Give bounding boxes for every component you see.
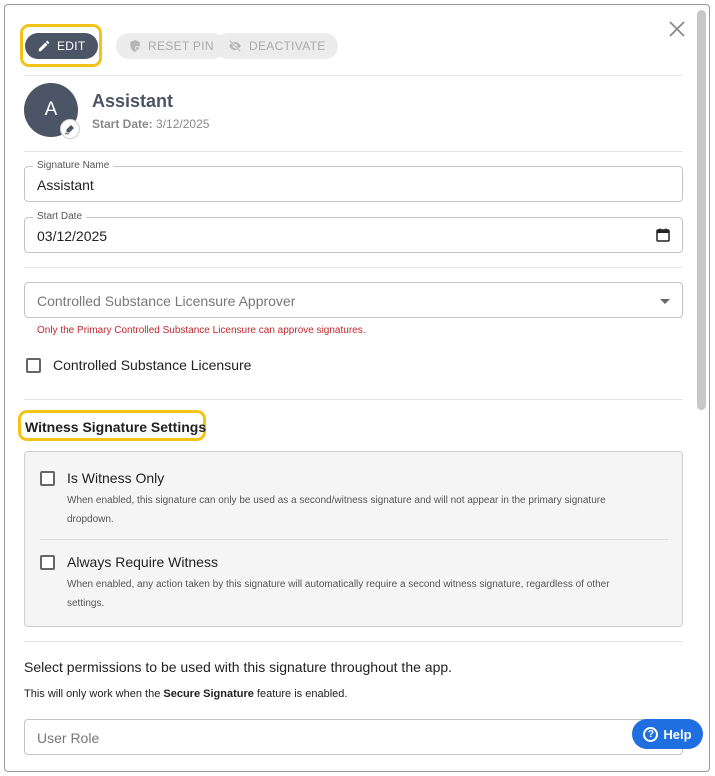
divider [40, 539, 668, 540]
permissions-note: This will only work when the Secure Sign… [24, 688, 347, 700]
permissions-note-bold: Secure Signature [163, 688, 254, 700]
always-require-witness-row: Always Require Witness [40, 554, 218, 570]
permissions-title: Select permissions to be used with this … [24, 659, 453, 675]
witness-only-description: When enabled, this signature can only be… [67, 495, 606, 525]
toolbar: EDIT RESET PIN DEACTIVATE [20, 21, 685, 67]
signature-modal: EDIT RESET PIN DEACTIVATE A Assistant St… [4, 4, 710, 772]
witness-section-title: Witness Signature Settings [25, 419, 207, 435]
edit-label: EDIT [57, 39, 86, 53]
signature-title: Assistant [92, 91, 174, 111]
calendar-icon[interactable] [656, 228, 670, 242]
signature-name-field[interactable]: Signature Name Assistant [24, 160, 683, 202]
witness-only-row: Is Witness Only [40, 470, 164, 486]
help-question-icon: ? [643, 726, 659, 742]
witness-title-highlight: Witness Signature Settings [18, 410, 206, 441]
avatar-initial: A [44, 99, 58, 120]
controlled-substance-label: Controlled Substance Licensure [53, 357, 252, 373]
chevron-down-icon [660, 299, 670, 304]
signature-name-value: Assistant [37, 177, 94, 193]
shield-lock-icon [130, 40, 140, 52]
divider [24, 641, 683, 642]
licensure-approver-select[interactable]: Controlled Substance Licensure Approver [24, 282, 683, 318]
reset-pin-button[interactable]: RESET PIN [116, 33, 226, 59]
avatar-badge [60, 119, 80, 139]
deactivate-label: DEACTIVATE [249, 39, 326, 53]
signature-name-label: Signature Name [33, 160, 114, 171]
start-date-summary-label: Start Date: [92, 117, 153, 131]
licensure-approver-placeholder: Controlled Substance Licensure Approver [37, 293, 296, 309]
user-role-placeholder: User Role [37, 730, 100, 746]
eye-off-icon [228, 39, 242, 53]
avatar: A [24, 83, 80, 139]
start-date-field[interactable]: Start Date 03/12/2025 [24, 211, 683, 253]
deactivate-button[interactable]: DEACTIVATE [215, 33, 338, 59]
start-date-summary-value: 3/12/2025 [156, 117, 210, 131]
permissions-note-after: feature is enabled. [253, 688, 348, 700]
start-date-label: Start Date [33, 211, 87, 222]
pencil-icon [38, 40, 50, 52]
signature-pen-icon [64, 125, 74, 135]
help-button[interactable]: ? Help [632, 719, 703, 749]
licensure-approver-error: Only the Primary Controlled Substance Li… [37, 325, 366, 336]
controlled-substance-row: Controlled Substance Licensure [26, 357, 251, 373]
close-icon[interactable] [668, 20, 686, 38]
scrollbar[interactable] [697, 10, 706, 410]
divider [24, 151, 683, 152]
always-require-witness-label: Always Require Witness [67, 554, 218, 570]
permissions-note-before: This will only work when the [24, 688, 164, 700]
user-role-select[interactable]: User Role [24, 719, 683, 755]
always-require-witness-checkbox[interactable] [40, 554, 55, 570]
edit-button[interactable]: EDIT [25, 33, 98, 59]
controlled-substance-checkbox[interactable] [26, 357, 41, 373]
divider [24, 267, 683, 268]
divider [24, 399, 683, 400]
start-date-value: 03/12/2025 [37, 228, 108, 244]
always-require-witness-description: When enabled, any action taken by this s… [67, 579, 610, 609]
start-date-summary: Start Date: 3/12/2025 [92, 117, 209, 131]
divider [24, 75, 683, 76]
witness-settings-panel: Is Witness Only When enabled, this signa… [24, 451, 683, 627]
reset-pin-label: RESET PIN [148, 39, 214, 53]
witness-only-checkbox[interactable] [40, 470, 55, 486]
help-label: Help [663, 726, 692, 742]
witness-only-label: Is Witness Only [67, 470, 165, 486]
